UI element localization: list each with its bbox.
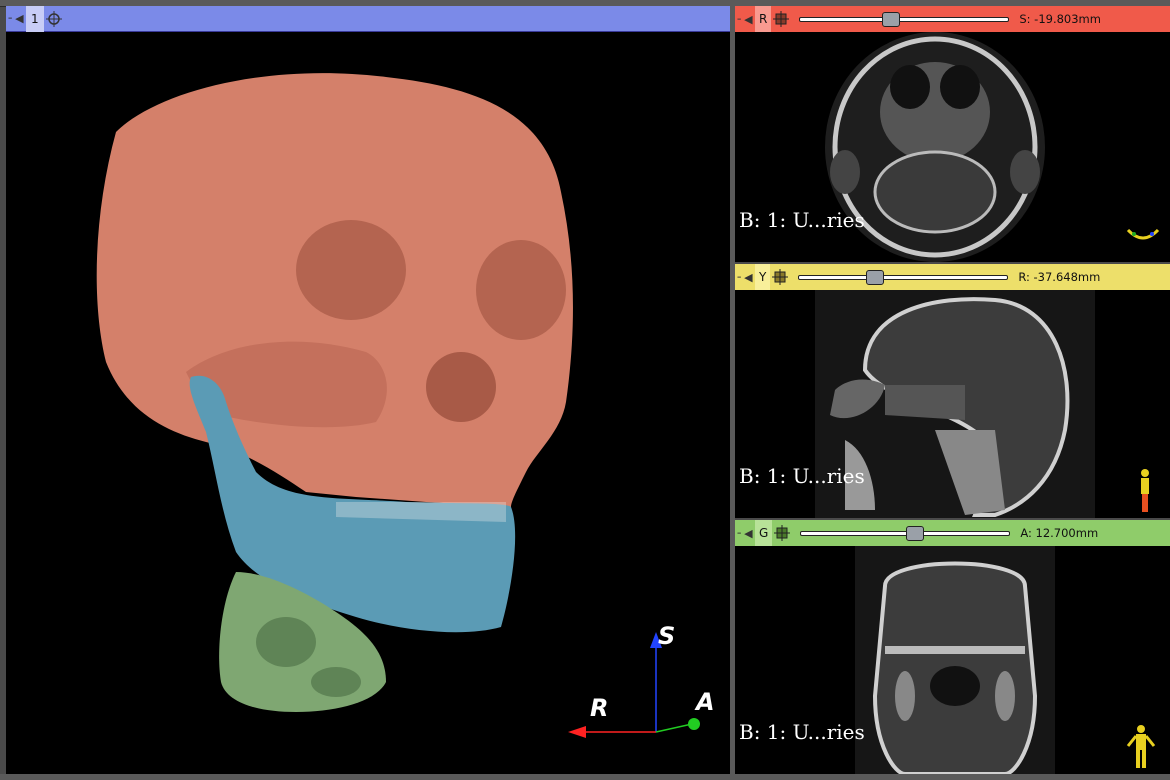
slider-knob[interactable]: [881, 12, 900, 27]
window-bottom-strip: [0, 774, 1170, 780]
view3d-controller-bar: ╴◀ 1: [6, 5, 730, 32]
pin-icon[interactable]: ╴◀: [735, 13, 755, 26]
yellow-slice-view[interactable]: B: 1: U...ries: [735, 290, 1170, 518]
slice-link-icon[interactable]: [772, 523, 792, 543]
view3d-number-label: 1: [26, 5, 44, 32]
slider-knob[interactable]: [905, 526, 924, 541]
green-slice-caption: B: 1: U...ries: [739, 720, 865, 744]
green-slice-label: G: [755, 520, 773, 546]
anterior-arrow-icon: [688, 718, 700, 730]
green-slice-view[interactable]: B: 1: U...ries: [735, 546, 1170, 774]
green-slice-slider[interactable]: [800, 523, 1011, 543]
yellow-slice-slider[interactable]: [798, 267, 1009, 287]
center-view-icon[interactable]: [44, 9, 64, 29]
red-slice-caption: B: 1: U...ries: [739, 208, 865, 232]
green-slice-offset: A: 12.700mm: [1020, 526, 1099, 540]
anterior-label: A: [696, 688, 715, 716]
orientation-person-coronal-icon: [1126, 725, 1156, 768]
red-slice-controller-bar: ╴◀ R S: -19.803mm: [735, 6, 1170, 32]
pin-icon[interactable]: ╴◀: [735, 527, 755, 540]
red-slice-offset: S: -19.803mm: [1019, 12, 1101, 26]
red-slice-label: R: [755, 6, 772, 32]
pin-icon[interactable]: ╴◀: [735, 271, 755, 284]
yellow-slice-offset: R: -37.648mm: [1018, 270, 1101, 284]
right-arrow-icon: [568, 726, 586, 738]
yellow-slice-caption: B: 1: U...ries: [739, 464, 865, 488]
yellow-slice-label: Y: [755, 264, 771, 290]
3d-view[interactable]: S R A: [6, 32, 730, 774]
pin-icon[interactable]: ╴◀: [6, 12, 26, 25]
green-slice-controller-bar: ╴◀ G A: 12.700mm: [735, 520, 1170, 546]
orientation-skull-icon: [1126, 228, 1160, 240]
red-slice-slider[interactable]: [799, 9, 1010, 29]
superior-label: S: [658, 622, 676, 650]
slice-link-icon[interactable]: [770, 267, 790, 287]
orientation-person-sagittal-icon: [1141, 469, 1149, 512]
slider-knob[interactable]: [865, 270, 884, 285]
right-label: R: [590, 694, 609, 722]
slice-link-icon[interactable]: [771, 9, 791, 29]
red-slice-view[interactable]: B: 1: U...ries: [735, 32, 1170, 262]
yellow-slice-controller-bar: ╴◀ Y R: -37.648mm: [735, 264, 1170, 290]
